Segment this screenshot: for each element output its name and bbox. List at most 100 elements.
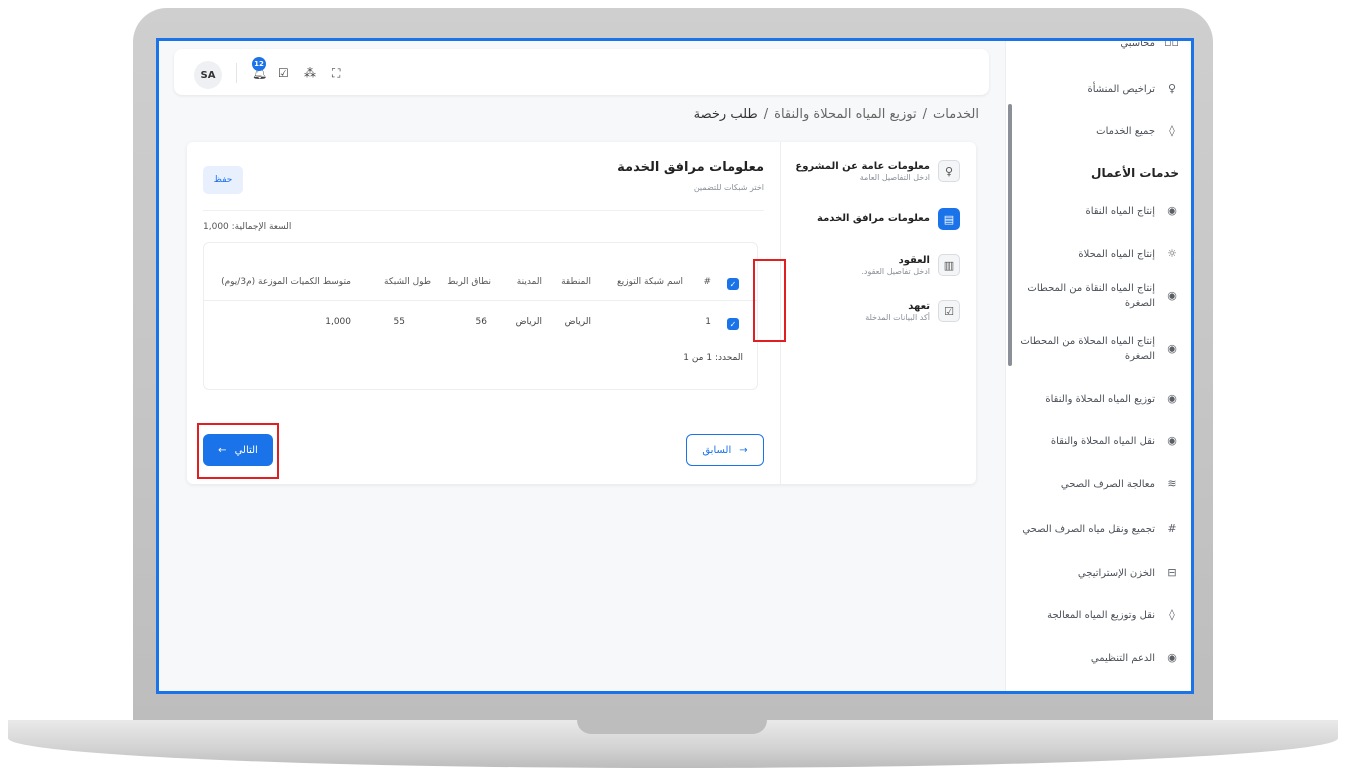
sidebar-item-service[interactable]: ◉ توزيع المياه المحلاة والنقاة [1011, 391, 1179, 408]
arrow-left-icon: ← [218, 444, 227, 456]
step-title: تعهد [908, 301, 930, 312]
table-header-network-name: اسم شبكة التوزيع [616, 277, 683, 287]
sidebar-item-label: توزيع المياه المحلاة والنقاة [1045, 393, 1155, 405]
total-capacity: السعة الإجمالية: 1,000 [203, 222, 292, 232]
sidebar-item-label: نقل المياه المحلاة والنقاة [1050, 435, 1155, 447]
save-button[interactable]: حفظ [203, 166, 243, 194]
form-card: ♀ معلومات عامة عن المشروع ادخل التفاصيل … [187, 142, 976, 484]
table-header-range: نطاق الربط [447, 277, 491, 287]
sidebar-item-service[interactable]: ☼ إنتاج المياه المحلاة [1011, 246, 1179, 263]
id-card-icon: ▤ [938, 208, 960, 230]
sidebar-item-label: الدعم التنظيمي [1090, 652, 1155, 664]
grid-icon: ▫▫ [1164, 38, 1179, 49]
networks-table: ✓ # اسم شبكة التوزيع المنطقة المدينة نطا… [203, 242, 758, 390]
sidebar-item-all-services[interactable]: ◊ جميع الخدمات [1011, 123, 1179, 140]
previous-button-label: السابق [702, 444, 732, 456]
wizard-steps: ♀ معلومات عامة عن المشروع ادخل التفاصيل … [780, 142, 976, 484]
breadcrumb-separator: / [763, 107, 769, 122]
sidebar-item-service[interactable]: ⊟ الخزن الإستراتيجي [1011, 565, 1179, 582]
table-header-length: طول الشبكة [384, 277, 431, 287]
section-subtitle: اختر شبكات للتضمين [693, 183, 764, 192]
sidebar-item-label: نقل وتوزيع المياه المعالجة [1047, 609, 1155, 621]
sidebar-item-label: تجميع ونقل مياه الصرف الصحي [1022, 523, 1155, 535]
water-drop-icon: ◉ [1167, 341, 1177, 355]
sidebar-item-service[interactable]: ◉ الدعم التنظيمي [1011, 650, 1179, 667]
breadcrumb-item-services[interactable]: الخدمات [933, 107, 979, 122]
sidebar-scrollbar[interactable] [1008, 104, 1012, 366]
sidebar-item-service[interactable]: ◉ إنتاج المياه النقاة [1011, 203, 1179, 220]
sidebar-item-service[interactable]: ◊ نقل وتوزيع المياه المعالجة [1011, 607, 1179, 624]
table-header-num: # [703, 277, 711, 287]
sidebar-item-label: إنتاج المياه النقاة [1085, 205, 1155, 217]
fullscreen-icon[interactable]: ⛶ [332, 66, 340, 81]
laptop-notch [577, 720, 767, 734]
user-icon: ♀ [938, 160, 960, 182]
water-drop-icon: ◉ [1167, 434, 1177, 447]
step-title: معلومات عامة عن المشروع [795, 161, 930, 172]
next-button[interactable]: التالي ← [203, 434, 273, 466]
breadcrumb-current: طلب رخصة [693, 107, 758, 122]
table-header-region: المنطقة [561, 277, 591, 287]
table-cell-length: 55 [393, 317, 405, 327]
drop-icon: ◊ [1169, 608, 1175, 621]
clipboard-check-icon[interactable]: ☑ [278, 66, 289, 80]
translate-icon[interactable]: ⁂ [304, 66, 316, 80]
table-header-city: المدينة [516, 277, 542, 287]
sidebar-item-label: محاسبي [1120, 38, 1155, 49]
sidebar-item-service[interactable]: ◉ نقل المياه المحلاة والنقاة [1011, 433, 1179, 450]
waves-icon: ≋ [1167, 477, 1177, 490]
step-service-facilities[interactable]: ▤ معلومات مرافق الخدمة [817, 208, 960, 230]
drop-icon: ◊ [1169, 124, 1175, 137]
table-cell-range: 56 [475, 317, 487, 327]
previous-button[interactable]: → السابق [686, 434, 764, 466]
step-title: العقود [898, 255, 930, 266]
breadcrumb-item-service[interactable]: توزيع المياه المحلاة والنقاة [774, 107, 917, 122]
next-button-label: التالي [234, 444, 258, 456]
step-general-info[interactable]: ♀ معلومات عامة عن المشروع ادخل التفاصيل … [795, 160, 960, 183]
sidebar: ▫▫ محاسبي ♀ تراخيص المنشأة ◊ جميع الخدما… [1005, 41, 1191, 691]
user-icon: ♀ [1167, 82, 1177, 95]
header-divider [236, 63, 237, 83]
water-drop-icon: ◉ [1167, 288, 1177, 302]
table-divider [204, 300, 757, 301]
sidebar-item-service[interactable]: # تجميع ونقل مياه الصرف الصحي [1011, 521, 1179, 538]
step-title: معلومات مرافق الخدمة [817, 213, 930, 224]
sidebar-item-licenses[interactable]: ♀ تراخيص المنشأة [1011, 81, 1179, 98]
step-contracts[interactable]: ▥ العقود ادخل تفاصيل العقود. [861, 254, 960, 277]
sidebar-item-service[interactable]: ◉ إنتاج المياه النقاة من المحطات الصغرة [1011, 281, 1179, 311]
hash-icon: # [1167, 522, 1177, 535]
step-content: معلومات مرافق الخدمة اختر شبكات للتضمين … [187, 142, 780, 484]
storage-icon: ⊟ [1167, 566, 1177, 579]
top-header: SA 🔔︎ 12 ☑ ⁂ ⛶ [174, 49, 989, 95]
select-all-checkbox[interactable]: ✓ [727, 278, 739, 290]
app-screen: ▫▫ محاسبي ♀ تراخيص المنشأة ◊ جميع الخدما… [156, 38, 1194, 694]
table-cell-region: الرياض [564, 317, 591, 327]
sidebar-item-label: إنتاج المياه المحلاة [1078, 248, 1155, 260]
step-subtitle: ادخل التفاصيل العامة [859, 173, 930, 182]
checkbox-icon: ☑ [938, 300, 960, 322]
table-cell-city: الرياض [515, 317, 542, 327]
sidebar-item-dashboard[interactable]: ▫▫ محاسبي [1011, 38, 1179, 52]
sidebar-item-label: جميع الخدمات [1096, 125, 1155, 137]
sidebar-item-label: تراخيص المنشأة [1087, 83, 1155, 95]
breadcrumb: الخدمات / توزيع المياه المحلاة والنقاة / طلب… [694, 107, 979, 122]
step-subtitle: أكد البيانات المدخلة [865, 313, 930, 322]
divider [203, 210, 764, 211]
sidebar-item-service[interactable]: ◉ إنتاج المياه المحلاة من المحطات الصغرة [1011, 334, 1179, 364]
water-drop-icon: ◉ [1167, 204, 1177, 217]
sidebar-item-label: معالجة الصرف الصحي [1060, 478, 1155, 490]
sidebar-section-title: خدمات الأعمال [1091, 166, 1179, 180]
breadcrumb-separator: / [922, 107, 928, 122]
sidebar-item-label: الخزن الإستراتيجي [1077, 567, 1155, 579]
selection-count: المحدد: 1 من 1 [683, 353, 743, 363]
sidebar-item-service[interactable]: ≋ معالجة الصرف الصحي [1011, 476, 1179, 493]
sidebar-item-label: إنتاج المياه النقاة من المحطات الصغرة [1027, 283, 1155, 309]
section-title: معلومات مرافق الخدمة [617, 160, 764, 175]
step-subtitle: ادخل تفاصيل العقود. [861, 267, 930, 276]
avatar[interactable]: SA [194, 61, 222, 89]
table-cell-num: 1 [705, 317, 711, 327]
step-pledge[interactable]: ☑ تعهد أكد البيانات المدخلة [865, 300, 960, 323]
sidebar-item-label: إنتاج المياه المحلاة من المحطات الصغرة [1020, 336, 1155, 362]
row-checkbox[interactable]: ✓ [727, 318, 739, 330]
arrow-right-icon: → [739, 444, 748, 456]
